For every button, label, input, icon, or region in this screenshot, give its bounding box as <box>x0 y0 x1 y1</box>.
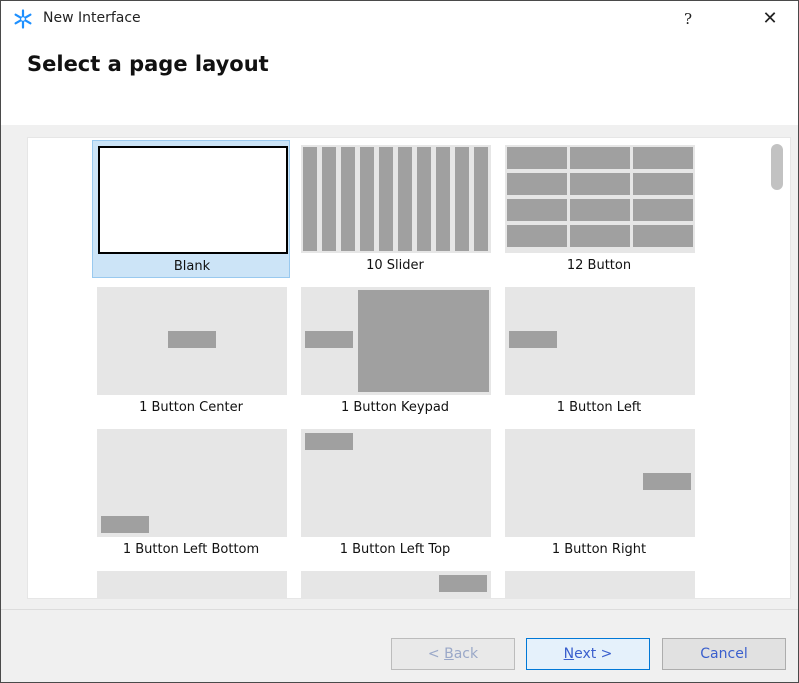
help-button[interactable]: ? <box>665 5 711 33</box>
layout-tile-partial[interactable] <box>296 566 494 598</box>
layout-tile-blank[interactable]: Blank <box>92 140 290 278</box>
close-button[interactable]: ✕ <box>747 5 793 33</box>
layout-thumbnail-1-button-keypad <box>301 287 491 395</box>
layout-thumbnail-12-button <box>505 145 695 253</box>
layout-thumbnail-partial <box>301 571 491 598</box>
layout-label: 1 Button Right <box>551 542 647 557</box>
layout-thumbnail-1-button-left-bottom <box>97 429 287 537</box>
back-button-label: ack <box>453 646 479 662</box>
layout-thumbnail-1-button-left <box>505 287 695 395</box>
layout-label: 1 Button Keypad <box>340 400 450 415</box>
next-button-mnemonic: N <box>563 646 575 662</box>
layout-label: 1 Button Left <box>556 400 642 415</box>
layout-list: Blank 10 Slider 12 Button 1 Button Cente… <box>27 137 791 599</box>
next-button-label: ext > <box>574 646 613 662</box>
layout-thumbnail-10-slider <box>301 145 491 253</box>
layout-thumbnail-partial <box>505 571 695 598</box>
layout-label: 1 Button Left Top <box>339 542 451 557</box>
layout-tile-partial[interactable] <box>500 566 698 598</box>
scrollbar-thumb[interactable] <box>771 144 783 190</box>
back-button-mnemonic: B <box>444 646 454 662</box>
layout-tile-1-button-right[interactable]: 1 Button Right <box>500 424 698 562</box>
asterisk-icon <box>14 9 32 29</box>
layout-thumbnail-partial <box>97 571 287 598</box>
layout-thumbnail-1-button-right <box>505 429 695 537</box>
title-bar: New Interface ? ✕ <box>1 1 798 35</box>
dialog-footer: < Back Next > Cancel <box>1 609 798 682</box>
new-interface-dialog: New Interface ? ✕ Select a page layout B… <box>0 0 799 683</box>
layout-tile-1-button-keypad[interactable]: 1 Button Keypad <box>296 282 494 420</box>
layout-tile-1-button-left-top[interactable]: 1 Button Left Top <box>296 424 494 562</box>
layout-tile-1-button-center[interactable]: 1 Button Center <box>92 282 290 420</box>
header <box>1 35 798 125</box>
back-button-prefix: < <box>427 646 445 662</box>
layout-tile-1-button-left-bottom[interactable]: 1 Button Left Bottom <box>92 424 290 562</box>
vertical-scrollbar[interactable] <box>766 138 789 598</box>
page-title: Select a page layout <box>27 52 269 76</box>
layout-tile-partial[interactable] <box>92 566 290 598</box>
layout-tile-10-slider[interactable]: 10 Slider <box>296 140 494 278</box>
layout-thumbnail-1-button-center <box>97 287 287 395</box>
next-button[interactable]: Next > <box>526 638 650 670</box>
content-area: Blank 10 Slider 12 Button 1 Button Cente… <box>1 125 798 609</box>
layout-tile-12-button[interactable]: 12 Button <box>500 140 698 278</box>
layout-label: 1 Button Left Bottom <box>122 542 260 557</box>
layout-thumbnail-blank <box>98 146 288 254</box>
cancel-button[interactable]: Cancel <box>662 638 786 670</box>
layout-label: 1 Button Center <box>139 400 243 415</box>
layout-tile-1-button-left[interactable]: 1 Button Left <box>500 282 698 420</box>
layout-thumbnail-1-button-left-top <box>301 429 491 537</box>
layout-label: 12 Button <box>566 258 632 273</box>
layout-label: 10 Slider <box>366 258 424 273</box>
back-button[interactable]: < Back <box>391 638 515 670</box>
layout-label: Blank <box>173 259 211 274</box>
window-title: New Interface <box>43 10 141 26</box>
